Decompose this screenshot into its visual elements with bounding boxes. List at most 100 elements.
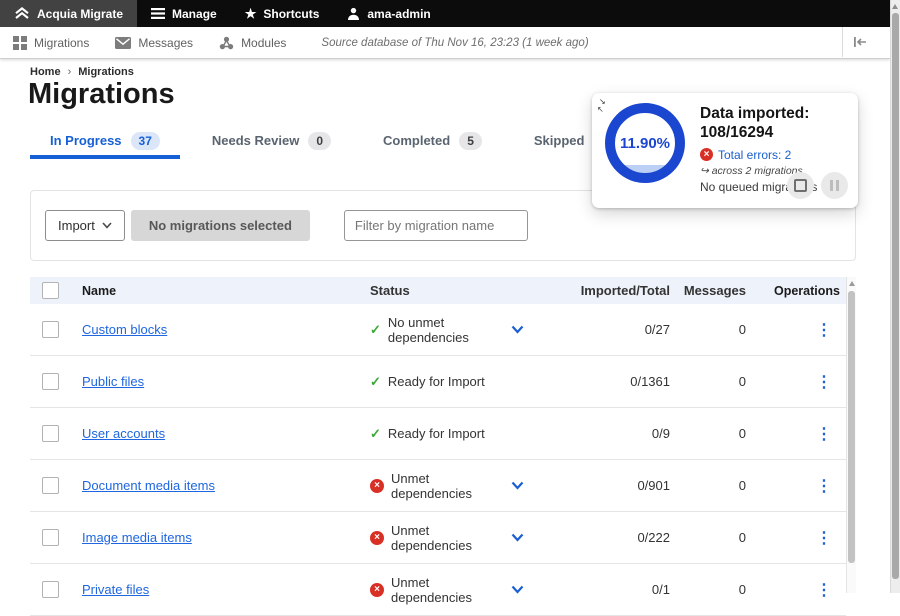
stop-import-button[interactable] (787, 172, 814, 199)
toolbar-item-messages[interactable]: Messages (102, 36, 206, 50)
operations-kebab-icon[interactable]: ⋮ (816, 374, 832, 391)
username-label: ama-admin (367, 7, 430, 21)
status-icon: × (370, 583, 384, 597)
data-imported-label: Data imported: (700, 104, 850, 123)
collapse-toolbar-button[interactable] (842, 27, 877, 57)
messages-count: 0 (670, 530, 746, 545)
tab-label: Needs Review (212, 133, 299, 148)
row-checkbox[interactable] (42, 529, 59, 546)
tab-completed[interactable]: Completed 5 (363, 126, 502, 159)
status-text: Unmet dependencies (391, 575, 504, 605)
no-migrations-selected-button[interactable]: No migrations selected (131, 210, 310, 241)
import-progress-card: ↘↖ 11.90% Data imported: 108/16294 × Tot… (592, 93, 858, 208)
expand-chevron-icon[interactable] (511, 533, 524, 542)
operations-kebab-icon[interactable]: ⋮ (816, 582, 832, 599)
header-operations: Operations (746, 284, 846, 298)
total-errors-label: Total errors: 2 (718, 148, 791, 162)
scrollbar-up-arrow-icon[interactable] (849, 281, 855, 286)
window-scrollbar-thumb[interactable] (892, 13, 899, 579)
table-scrollbar (846, 277, 856, 593)
shortcuts-label: Shortcuts (263, 7, 319, 21)
migrations-label: Migrations (34, 36, 89, 50)
imported-total-value: 0/9 (538, 426, 670, 441)
tab-label: In Progress (50, 133, 122, 148)
messages-count: 0 (670, 582, 746, 597)
operations-kebab-icon[interactable]: ⋮ (816, 426, 832, 443)
migration-name-link[interactable]: User accounts (82, 426, 165, 441)
tab-count-badge: 0 (308, 132, 331, 150)
envelope-icon (115, 37, 131, 49)
table-row: User accounts ✓ Ready for Import 0/9 0 ⋮ (30, 408, 846, 460)
status-icon: ✓ (370, 322, 381, 338)
scrollbar-up-arrow-icon[interactable] (892, 4, 898, 9)
table-row: Document media items × Unmet dependencie… (30, 460, 846, 512)
status-text: Ready for Import (388, 374, 485, 389)
imported-total-value: 0/222 (538, 530, 670, 545)
row-checkbox[interactable] (42, 581, 59, 598)
breadcrumb-current: Migrations (78, 66, 134, 78)
messages-count: 0 (670, 322, 746, 337)
tab-needs-review[interactable]: Needs Review 0 (192, 126, 351, 159)
row-checkbox[interactable] (42, 425, 59, 442)
row-checkbox[interactable] (42, 373, 59, 390)
acquia-migrate-menu[interactable]: Acquia Migrate (0, 0, 137, 27)
total-errors-link[interactable]: × Total errors: 2 (700, 148, 850, 162)
star-icon: ★ (245, 7, 257, 20)
table-row: Custom blocks ✓ No unmet dependencies 0/… (30, 304, 846, 356)
pause-import-button[interactable] (821, 172, 848, 199)
status-icon: ✓ (370, 374, 381, 390)
status-text: Unmet dependencies (391, 523, 504, 553)
imported-total-value: 0/1 (538, 582, 670, 597)
user-menu[interactable]: ama-admin (333, 0, 444, 27)
shortcuts-menu[interactable]: ★ Shortcuts (231, 0, 334, 27)
expand-chevron-icon[interactable] (511, 481, 524, 490)
operations-kebab-icon[interactable]: ⋮ (816, 322, 832, 339)
migration-name-link[interactable]: Private files (82, 582, 149, 597)
toolbar-item-modules[interactable]: Modules (206, 36, 299, 50)
tab-in-progress[interactable]: In Progress 37 (30, 126, 180, 159)
migration-name-link[interactable]: Public files (82, 374, 144, 389)
migration-filter-input[interactable] (344, 210, 528, 241)
table-scrollbar-thumb[interactable] (848, 291, 855, 563)
chevron-down-icon (102, 222, 112, 229)
tab-count-badge: 37 (131, 132, 160, 150)
error-icon: × (700, 148, 713, 161)
across-arrow-icon: ↪ (700, 165, 712, 177)
table-header-row: Name Status Imported/Total Messages Oper… (30, 277, 846, 304)
imported-total-value: 0/1361 (538, 374, 670, 389)
status-text: Unmet dependencies (391, 471, 504, 501)
status-text: Ready for Import (388, 426, 485, 441)
status-icon: × (370, 531, 384, 545)
messages-count: 0 (670, 426, 746, 441)
migration-name-link[interactable]: Custom blocks (82, 322, 167, 337)
manage-menu[interactable]: Manage (137, 0, 231, 27)
window-scrollbar (890, 0, 900, 593)
pause-icon (830, 180, 839, 191)
status-text: No unmet dependencies (388, 315, 504, 345)
admin-toolbar: Acquia Migrate Manage ★ Shortcuts ama-ad… (0, 0, 890, 27)
breadcrumb-home-link[interactable]: Home (30, 66, 61, 78)
progress-ring: 11.90% (605, 103, 685, 183)
data-imported-count: 108/16294 (700, 123, 850, 142)
collapse-left-icon (853, 37, 867, 47)
resize-handle-icon[interactable]: ↘↖ (597, 97, 611, 115)
select-all-checkbox[interactable] (42, 282, 59, 299)
row-checkbox[interactable] (42, 477, 59, 494)
page-title: Migrations (28, 78, 175, 111)
expand-chevron-icon[interactable] (511, 325, 524, 334)
import-label: Import (58, 218, 95, 233)
source-database-note: Source database of Thu Nov 16, 23:23 (1 … (321, 37, 588, 49)
toolbar-item-migrations[interactable]: Migrations (0, 36, 102, 50)
row-checkbox[interactable] (42, 321, 59, 338)
messages-count: 0 (670, 374, 746, 389)
operations-kebab-icon[interactable]: ⋮ (816, 530, 832, 547)
migration-name-link[interactable]: Document media items (82, 478, 215, 493)
import-dropdown-button[interactable]: Import (45, 210, 125, 241)
migration-name-link[interactable]: Image media items (82, 530, 192, 545)
brand-label: Acquia Migrate (37, 7, 123, 21)
breadcrumb-separator: › (68, 66, 72, 78)
operations-kebab-icon[interactable]: ⋮ (816, 478, 832, 495)
breadcrumb: Home › Migrations (30, 66, 134, 78)
imported-total-value: 0/901 (538, 478, 670, 493)
table-row: Private files × Unmet dependencies 0/1 0… (30, 564, 846, 616)
